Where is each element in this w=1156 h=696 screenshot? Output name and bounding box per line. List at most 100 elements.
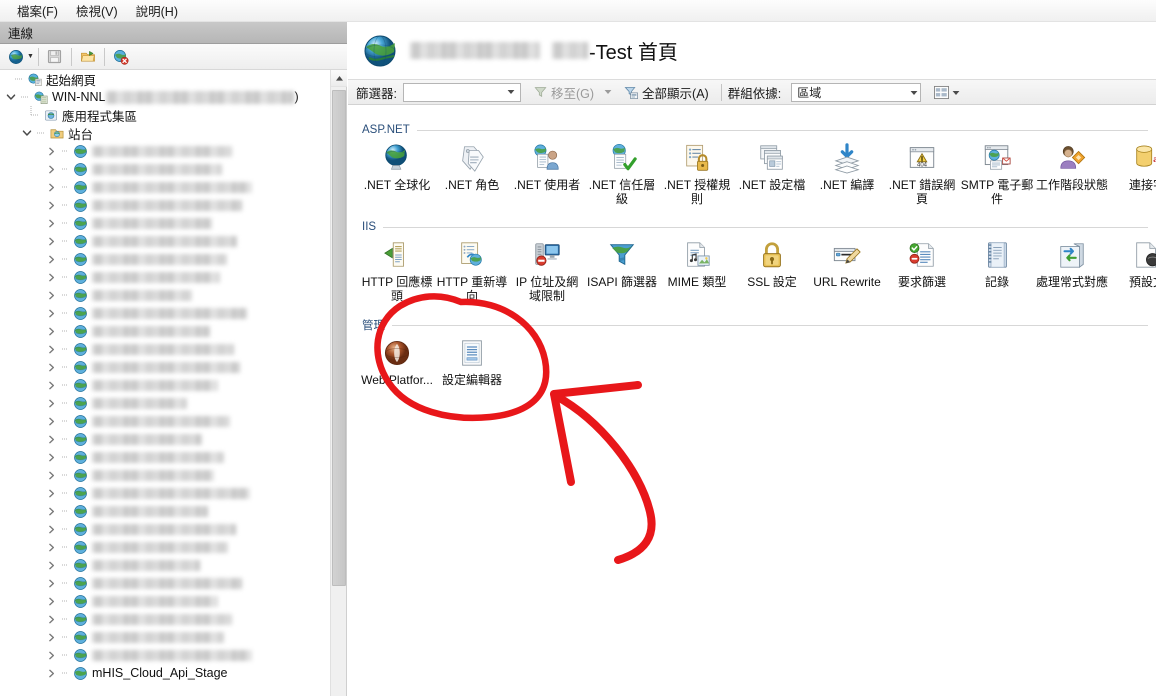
tree-expander-site[interactable] [44,664,58,682]
tree-item-site[interactable] [0,304,331,322]
tree-expander-sites[interactable] [20,124,34,142]
tree-expander-site[interactable] [44,412,58,430]
tree-expander-site[interactable] [44,448,58,466]
view-mode-caret-icon[interactable] [952,83,960,101]
scroll-up-arrow-icon[interactable] [331,70,347,87]
tree-expander-site[interactable] [44,646,58,664]
tree-item-site[interactable] [0,556,331,574]
feature-ssl-settings[interactable]: SSL 設定 [735,235,809,313]
tree-item-site[interactable] [0,286,331,304]
menu-help[interactable]: 說明(H) [127,0,187,22]
tree-expander-site[interactable] [44,358,58,376]
tree-item-site-partial[interactable]: mHIS_Cloud_Api_Stage [0,664,331,682]
tree-item-site[interactable] [0,214,331,232]
tree-item-site[interactable] [0,538,331,556]
tree-item-site[interactable] [0,232,331,250]
tree-expander-site[interactable] [44,394,58,412]
open-folder-icon[interactable] [76,46,100,68]
group-by-caret-icon[interactable] [910,85,918,99]
filter-input[interactable] [407,84,505,100]
connect-dropdown-caret[interactable]: ▼ [27,53,34,60]
connect-globe-icon[interactable] [4,46,28,68]
tree-expander-site[interactable] [44,628,58,646]
feature-net-users[interactable]: .NET 使用者 [510,138,584,216]
menu-view[interactable]: 檢視(V) [67,0,127,22]
tree-item-site[interactable] [0,412,331,430]
feature-ip-address-domain-restrictions[interactable]: IP 位址及網域限制 [510,235,584,313]
filter-input-wrapper[interactable] [402,82,521,102]
tree-item-start-page[interactable]: 起始網頁 [0,70,331,88]
tree-item-site[interactable] [0,520,331,538]
tree-expander-site[interactable] [44,214,58,232]
feature-http-redirect[interactable]: HTTP 重新導向 [435,235,509,313]
feature-session-state[interactable]: 工作階段狀態 [1035,138,1109,216]
tree-item-site[interactable] [0,322,331,340]
tree-expander-site[interactable] [44,268,58,286]
show-all-button[interactable]: 全部顯示(A) [617,80,715,105]
feature-url-rewrite[interactable]: URL Rewrite [810,235,884,313]
view-mode-button[interactable] [929,81,964,103]
save-icon[interactable] [43,46,67,68]
tree-item-server[interactable]: WIN-NNL ) [0,88,331,106]
tree-expander-site[interactable] [44,484,58,502]
tree-item-site[interactable] [0,376,331,394]
feature-mime-types[interactable]: MIME 類型 [660,235,734,313]
tree-expander-site[interactable] [44,520,58,538]
tree-expander-server[interactable] [4,88,18,106]
tree-expander-site[interactable] [44,502,58,520]
tree-item-site[interactable] [0,142,331,160]
connections-tree[interactable]: 起始網頁 WIN-NNL) 應用程式集區 站台 mHIS_Cloud_Api_… [0,70,331,696]
tree-item-site[interactable] [0,448,331,466]
tree-item-site[interactable] [0,628,331,646]
tree-item-site[interactable] [0,484,331,502]
go-dropdown-caret-icon[interactable] [600,84,615,101]
tree-item-site[interactable] [0,646,331,664]
feature-net-globalization[interactable]: .NET 全球化 [360,138,434,216]
tree-expander-site[interactable] [44,376,58,394]
tree-item-site[interactable] [0,430,331,448]
feature-smtp-email[interactable]: SMTP 電子郵件 [960,138,1034,216]
tree-scrollbar[interactable] [330,70,347,696]
tree-scrollbar-thumb[interactable] [332,90,346,586]
tree-expander-site[interactable] [44,556,58,574]
tree-item-site[interactable] [0,340,331,358]
tree-item-site[interactable] [0,178,331,196]
tree-expander-site[interactable] [44,322,58,340]
feature-default-document[interactable]: 預設文 [1110,235,1156,313]
feature-net-roles[interactable]: .NET 角色 [435,138,509,216]
tree-item-site[interactable] [0,466,331,484]
filter-dropdown-caret-icon[interactable] [505,84,518,101]
feature-request-filtering[interactable]: 要求篩選 [885,235,959,313]
tree-expander-site[interactable] [44,286,58,304]
tree-item-site[interactable] [0,358,331,376]
tree-item-app-pools[interactable]: 應用程式集區 [0,106,331,124]
go-button[interactable]: 移至(G) [527,80,600,105]
tree-expander-site[interactable] [44,610,58,628]
feature-web-platform-installer[interactable]: Web Platfor... [360,333,434,411]
feature-net-error-pages[interactable]: 404 .NET 錯誤網頁 [885,138,959,216]
tree-item-site[interactable] [0,502,331,520]
tree-expander-site[interactable] [44,178,58,196]
tree-expander-site[interactable] [44,466,58,484]
feature-http-response-headers[interactable]: HTTP 回應標頭 [360,235,434,313]
tree-item-site[interactable] [0,592,331,610]
tree-item-sites[interactable]: 站台 [0,124,331,142]
disconnect-icon[interactable] [109,46,133,68]
feature-net-trust-levels[interactable]: .NET 信任層級 [585,138,659,216]
feature-net-profile[interactable]: .NET 設定檔 [735,138,809,216]
feature-handler-mappings[interactable]: 處理常式對應 [1035,235,1109,313]
tree-item-site[interactable] [0,574,331,592]
feature-logging[interactable]: 記錄 [960,235,1034,313]
menu-file[interactable]: 檔案(F) [8,0,67,22]
tree-expander-site[interactable] [44,430,58,448]
tree-expander-site[interactable] [44,232,58,250]
tree-item-site[interactable] [0,160,331,178]
tree-expander-site[interactable] [44,160,58,178]
tree-expander-site[interactable] [44,142,58,160]
feature-configuration-editor[interactable]: 設定編輯器 [435,333,509,411]
tree-expander-site[interactable] [44,538,58,556]
feature-isapi-filters[interactable]: ISAPI 篩選器 [585,235,659,313]
tree-expander-site[interactable] [44,250,58,268]
group-by-select[interactable]: 區域 [791,82,922,102]
tree-expander-site[interactable] [44,196,58,214]
